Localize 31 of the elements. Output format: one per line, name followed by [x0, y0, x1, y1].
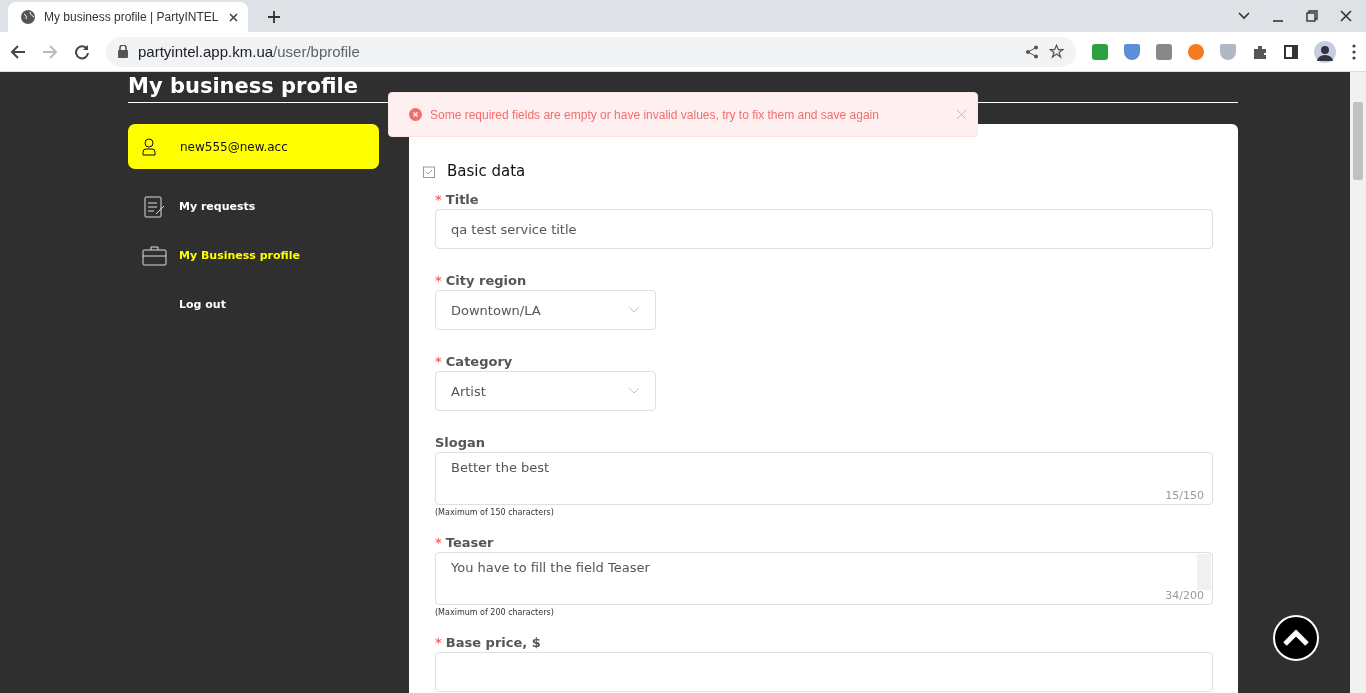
sidebar-item[interactable]: My Business profile	[128, 231, 379, 280]
select-field[interactable]: Downtown/LA	[435, 290, 656, 330]
textarea-field[interactable]: Better the best 15/150	[435, 452, 1213, 505]
address-bar[interactable]: partyintel.app.km.ua/user/bprofile	[106, 36, 1076, 67]
browser-tab[interactable]: My business profile | PartyINTEL	[8, 2, 248, 32]
text-input[interactable]: qa test service title	[435, 209, 1213, 249]
section-title: Basic data	[447, 162, 526, 180]
required-mark: *	[435, 192, 442, 207]
field-hint: (Maximum of 150 characters)	[435, 508, 555, 517]
select-field[interactable]: Artist	[435, 371, 656, 411]
account-card[interactable]: new555@new.acc	[128, 124, 379, 169]
field-label: City region	[445, 273, 527, 288]
sidebar-item[interactable]: My requests	[128, 182, 379, 231]
textarea-field[interactable]: You have to fill the field Teaser 34/200	[435, 552, 1213, 605]
field-hint: (Maximum of 200 characters)	[435, 608, 555, 617]
char-counter: 15/150	[1165, 489, 1204, 502]
sidebar-item[interactable]: Log out	[128, 280, 379, 329]
tab-title: My business profile | PartyINTEL	[44, 10, 220, 24]
required-mark: *	[435, 273, 442, 288]
field-label: Teaser	[445, 535, 494, 550]
url-text: partyintel.app.km.ua/user/bprofile	[138, 43, 361, 60]
required-mark: *	[435, 635, 442, 650]
field-label: Category	[445, 354, 513, 369]
required-mark: *	[435, 354, 442, 369]
field-label: Slogan	[435, 435, 486, 450]
account-email: new555@new.acc	[180, 139, 288, 154]
field-label: Title	[445, 192, 479, 207]
char-counter: 34/200	[1165, 589, 1204, 602]
field-label: Base price, $	[445, 635, 541, 650]
toast-message: Some required fields are empty or have invalid values, try to fix them and save again	[430, 107, 880, 122]
required-mark: *	[435, 535, 442, 550]
